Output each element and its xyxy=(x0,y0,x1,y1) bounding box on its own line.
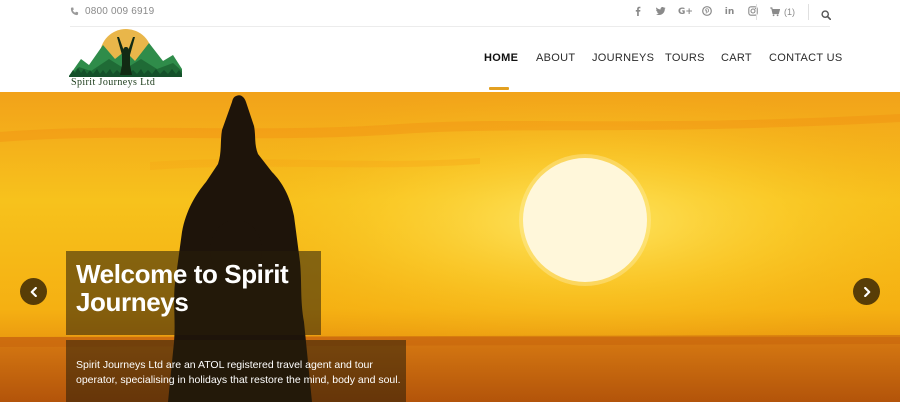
logo-graphic xyxy=(69,29,182,81)
nav-item-journeys[interactable]: JOURNEYS xyxy=(592,52,654,64)
mini-cart[interactable]: (1) xyxy=(770,4,795,20)
nav-item-contact-us[interactable]: CONTACT US xyxy=(769,52,843,64)
linkedin-icon[interactable]: in xyxy=(724,4,735,20)
topbar-divider xyxy=(808,4,809,20)
search-icon xyxy=(821,10,832,21)
phone-contact[interactable]: 0800 009 6919 xyxy=(70,6,154,17)
facebook-icon[interactable] xyxy=(632,4,643,20)
topbar-rule xyxy=(70,26,830,27)
chevron-left-icon xyxy=(30,286,37,297)
pinterest-icon[interactable] xyxy=(701,4,712,20)
twitter-icon[interactable] xyxy=(655,4,666,20)
chevron-right-icon xyxy=(863,286,870,297)
top-bar: 0800 009 6919 G+ in (1) xyxy=(0,0,900,26)
hero-description: Spirit Journeys Ltd are an ATOL register… xyxy=(76,359,401,386)
active-nav-indicator xyxy=(489,87,509,90)
topbar-divider xyxy=(756,4,757,20)
nav-item-home[interactable]: HOME xyxy=(484,52,518,64)
hero-title: Welcome to Spirit Journeys xyxy=(76,259,289,317)
social-links: G+ in xyxy=(632,4,758,20)
logo-text: Spirit Journeys Ltd xyxy=(71,77,156,88)
phone-icon xyxy=(70,7,79,16)
slider-prev-button[interactable] xyxy=(20,278,47,305)
google-plus-icon[interactable]: G+ xyxy=(678,4,693,20)
nav-item-about[interactable]: ABOUT xyxy=(536,52,575,64)
hero-slider: Welcome to Spirit Journeys Spirit Journe… xyxy=(0,92,900,402)
hero-description-box: Spirit Journeys Ltd are an ATOL register… xyxy=(66,340,406,402)
phone-number: 0800 009 6919 xyxy=(85,6,155,17)
search-button[interactable] xyxy=(821,7,832,25)
hero-title-box: Welcome to Spirit Journeys xyxy=(66,251,321,335)
cart-icon xyxy=(770,7,780,17)
slider-next-button[interactable] xyxy=(853,278,880,305)
cart-count: (1) xyxy=(784,7,795,17)
nav-item-cart[interactable]: CART xyxy=(721,52,752,64)
nav-item-tours[interactable]: TOURS xyxy=(665,52,705,64)
